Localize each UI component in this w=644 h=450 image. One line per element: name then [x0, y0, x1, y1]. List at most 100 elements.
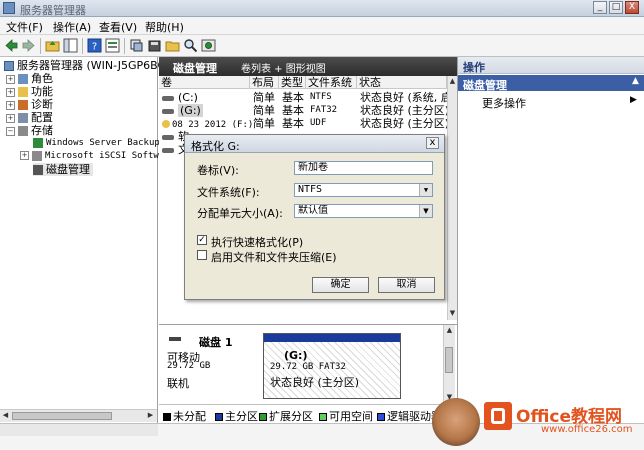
action-more-actions[interactable]: 更多操作 ▶ — [458, 94, 644, 110]
drive-icon — [162, 108, 174, 114]
scroll-thumb[interactable] — [12, 412, 112, 420]
scroll-up-icon[interactable]: ▲ — [445, 326, 454, 335]
volume-label-input[interactable]: 新加卷 — [294, 161, 433, 175]
tree-horizontal-scrollbar[interactable]: ◀ ▶ — [0, 409, 157, 422]
properties-icon[interactable] — [105, 38, 120, 53]
chevron-down-icon[interactable]: ▼ — [419, 205, 432, 217]
menu-file[interactable]: 文件(F) — [6, 19, 43, 35]
format-dialog: 格式化 G: x 卷标(V): 新加卷 文件系统(F): NTFS ▼ 分配单元… — [184, 134, 445, 300]
tree-item-label: 磁盘管理 — [46, 163, 90, 176]
cancel-button[interactable]: 取消 — [378, 277, 435, 293]
tree-item-features[interactable]: + 功能 — [6, 85, 53, 98]
up-folder-icon[interactable] — [45, 38, 60, 53]
back-arrow-icon[interactable] — [4, 38, 19, 53]
filesystem-cell: UDF — [310, 118, 327, 128]
tree-item-iscsi[interactable]: + Microsoft iSCSI Softwe — [20, 150, 164, 163]
scroll-up-icon[interactable]: ▲ — [448, 77, 457, 86]
tree-item-windows-server-backup[interactable]: Windows Server Backup — [33, 137, 160, 150]
minimize-button[interactable]: _ — [593, 1, 607, 14]
tree-item-configuration[interactable]: + 配置 — [6, 111, 53, 124]
status-cell: 状态良好 (主分区) — [360, 104, 447, 117]
expand-icon[interactable]: + — [20, 151, 29, 160]
view-selector[interactable]: 卷列表 + 图形视图 — [241, 60, 326, 75]
menu-view[interactable]: 查看(V) — [99, 19, 137, 35]
unallocated-swatch-icon — [163, 413, 171, 421]
tree-item-disk-management[interactable]: 磁盘管理 — [33, 163, 93, 176]
server-icon — [4, 61, 14, 71]
show-hide-tree-icon[interactable] — [63, 38, 78, 53]
type-cell: 基本 — [282, 117, 304, 130]
settings-icon[interactable] — [201, 38, 216, 53]
menu-help[interactable]: 帮助(H) — [145, 19, 184, 35]
magnifier-icon[interactable] — [183, 38, 198, 53]
title-bar: 服务器管理器 _ □ X — [0, 0, 644, 17]
dialog-close-button[interactable]: x — [426, 137, 439, 149]
volume-cell: (G:) — [178, 104, 203, 117]
scroll-thumb[interactable] — [445, 347, 453, 373]
column-header-type[interactable]: 类型 — [279, 76, 306, 89]
expand-icon[interactable]: + — [6, 100, 15, 110]
scroll-left-icon[interactable]: ◀ — [1, 411, 10, 420]
expand-icon[interactable]: + — [6, 74, 15, 84]
svg-text:?: ? — [92, 42, 97, 53]
disk-view-vertical-scrollbar[interactable]: ▲ ▼ — [443, 325, 455, 405]
disk-info-block[interactable]: 磁盘 1 可移动 29.72 GB 联机 — [163, 329, 263, 401]
allocation-unit-select[interactable]: 默认值 ▼ — [294, 204, 433, 218]
menu-action[interactable]: 操作(A) — [53, 19, 91, 35]
disk-name: 磁盘 1 — [199, 336, 233, 349]
maximize-button[interactable]: □ — [609, 1, 623, 14]
scroll-down-icon[interactable]: ▼ — [448, 309, 457, 318]
tree-item-label: 存储 — [31, 124, 53, 137]
help-icon[interactable]: ? — [87, 38, 102, 53]
chevron-down-icon[interactable]: ▼ — [419, 184, 432, 196]
diagnostics-icon — [18, 100, 28, 110]
close-button[interactable]: X — [625, 1, 639, 14]
actions-pane: 操作 磁盘管理 ▲ 更多操作 ▶ — [457, 57, 644, 423]
legend-item-primary: 主分区 — [215, 408, 258, 424]
tree-item-roles[interactable]: + 角色 — [6, 72, 53, 85]
quick-format-label[interactable]: 执行快速格式化(P) — [211, 234, 303, 250]
file-system-value: NTFS — [298, 184, 323, 195]
connect-icon[interactable] — [129, 38, 144, 53]
ok-button[interactable]: 确定 — [312, 277, 369, 293]
table-row[interactable]: (C:) 简单 基本 NTFS 状态良好 (系统, 启 — [159, 91, 447, 104]
compression-checkbox[interactable] — [197, 250, 207, 260]
logical-swatch-icon — [377, 413, 385, 421]
table-row[interactable]: 08 23 2012 (F:) 简单 基本 UDF 状态良好 (主分区) — [159, 117, 447, 130]
tree-item-label: 配置 — [31, 111, 53, 124]
backup-icon — [33, 137, 43, 148]
scroll-right-icon[interactable]: ▶ — [146, 411, 155, 420]
expand-icon[interactable]: + — [6, 113, 15, 123]
partition-g[interactable]: (G:) 29.72 GB FAT32 状态良好 (主分区) — [263, 333, 401, 399]
column-header-filesystem[interactable]: 文件系统 — [306, 76, 357, 89]
allocation-unit-value: 默认值 — [298, 205, 328, 216]
file-system-select[interactable]: NTFS ▼ — [294, 183, 433, 197]
tree-item-diagnostics[interactable]: + 诊断 — [6, 98, 53, 111]
legend-item-unallocated: 未分配 — [163, 408, 206, 424]
dvd-icon — [162, 120, 170, 128]
collapse-up-icon[interactable]: ▲ — [632, 76, 639, 86]
disk-icon[interactable] — [147, 38, 162, 53]
disk-size: 29.72 GB — [167, 361, 211, 371]
tree-item-storage[interactable]: − 存储 — [6, 124, 53, 137]
expand-icon[interactable]: + — [6, 87, 15, 97]
watermark-url: www.office26.com — [541, 424, 633, 435]
table-row[interactable]: (G:) 简单 基本 FAT32 状态良好 (主分区) — [159, 104, 447, 117]
column-header-layout[interactable]: 布局 — [250, 76, 279, 89]
column-header-volume[interactable]: 卷 — [159, 76, 250, 89]
actions-section-disk-management[interactable]: 磁盘管理 ▲ — [458, 75, 644, 92]
center-pane-header: 磁盘管理 卷列表 + 图形视图 — [159, 57, 457, 76]
menu-bar: 文件(F) 操作(A) 查看(V) 帮助(H) — [0, 17, 644, 35]
forward-arrow-icon[interactable] — [21, 38, 36, 53]
drive-icon — [162, 147, 174, 153]
disk-state: 联机 — [167, 377, 189, 390]
folder-open-icon[interactable] — [165, 38, 180, 53]
drive-icon — [162, 134, 174, 140]
column-header-status[interactable]: 状态 — [357, 76, 447, 89]
compression-label[interactable]: 启用文件和文件夹压缩(E) — [211, 249, 337, 265]
collapse-icon[interactable]: − — [6, 126, 15, 136]
removable-disk-icon — [169, 337, 181, 341]
navigation-tree: 服务器管理器 (WIN-J5GP6BO5QN + 角色 + 功能 + 诊断 + 配置 −… — [0, 57, 190, 423]
volume-list-vertical-scrollbar[interactable]: ▲ ▼ — [447, 76, 457, 320]
quick-format-checkbox[interactable]: ✓ — [197, 235, 207, 245]
